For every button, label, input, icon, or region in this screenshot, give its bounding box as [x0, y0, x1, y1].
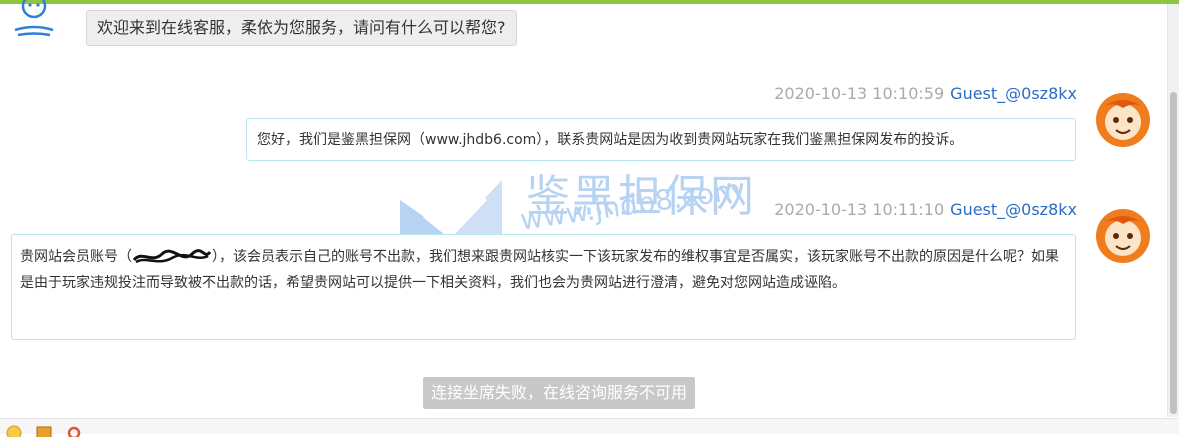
message-meta: 2020-10-13 10:10:59 Guest_@0sz8kx: [774, 84, 1077, 103]
agent-welcome-message: 欢迎来到在线客服，柔依为您服务，请问有什么可以帮您?: [86, 10, 517, 46]
image-icon[interactable]: [36, 425, 52, 437]
message-timestamp: 2020-10-13 10:11:10: [774, 200, 945, 219]
agent-avatar-icon: [14, 0, 54, 37]
connection-status-toast: 连接坐席失败，在线咨询服务不可用: [423, 377, 696, 409]
message-timestamp: 2020-10-13 10:10:59: [774, 84, 945, 103]
scrollbar-thumb[interactable]: [1170, 92, 1177, 414]
watermark-url: www.jhdb8.com: [518, 173, 744, 237]
input-toolbar: [0, 418, 1179, 437]
guest-message: 贵网站会员账号（ ），该会员表示自己的账号不出款，我们想来跟贵网站核实一下该玩家发…: [11, 234, 1076, 340]
redaction-scribble-icon: [132, 249, 212, 264]
sender-name: Guest_@0sz8kx: [950, 84, 1077, 103]
sender-name: Guest_@0sz8kx: [950, 200, 1077, 219]
chat-scrollbar[interactable]: [1167, 4, 1179, 417]
emoji-icon[interactable]: [6, 425, 22, 437]
guest-avatar-icon: [1096, 209, 1150, 263]
guest-message: 您好，我们是鉴黑担保网（www.jhdb6.com），联系贵网站是因为收到贵网站…: [246, 118, 1076, 161]
guest-avatar-icon: [1096, 93, 1150, 147]
top-accent-bar: [0, 0, 1179, 4]
message-text-start: 贵网站会员账号（: [20, 249, 132, 265]
settings-icon[interactable]: [66, 425, 82, 437]
message-meta: 2020-10-13 10:11:10 Guest_@0sz8kx: [774, 200, 1077, 219]
watermark-title: 鉴黑担保网: [526, 171, 756, 222]
